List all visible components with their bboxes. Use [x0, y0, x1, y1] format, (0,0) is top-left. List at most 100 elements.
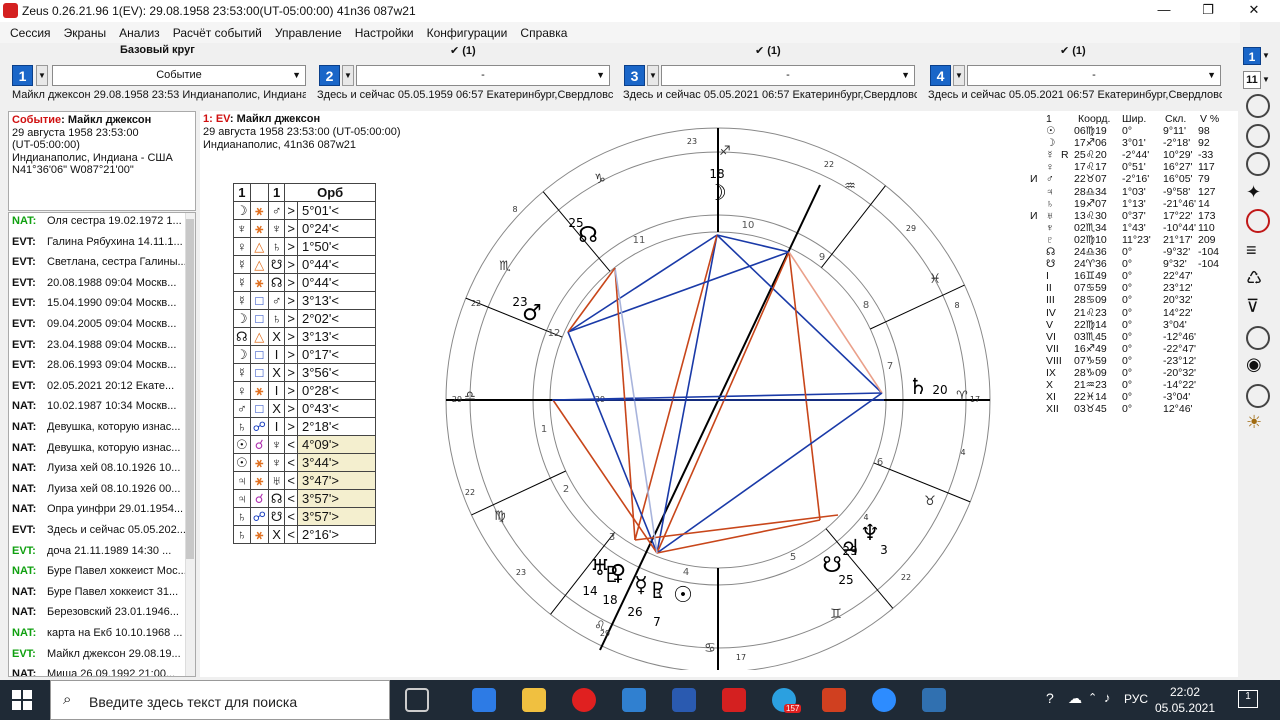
photos-icon[interactable]: [922, 688, 946, 712]
aspect-row[interactable]: ♃ ⚹ ♅ <3°47'>: [233, 471, 376, 490]
list-item[interactable]: NAT: Березовский 23.01.1946...: [12, 606, 187, 626]
list-item[interactable]: EVT: 28.06.1993 09:04 Москв...: [12, 359, 187, 379]
slot4-dropdown-button[interactable]: ▼: [953, 65, 965, 86]
windows-start-icon[interactable]: [12, 690, 32, 710]
slot1-number[interactable]: 1: [12, 65, 33, 86]
clock[interactable]: 22:02 05.05.2021: [1150, 684, 1220, 716]
aspect-row[interactable]: ♄ ☍ I >2°18'<: [233, 417, 376, 436]
list-item[interactable]: NAT: Оля сестра 19.02.1972 1...: [12, 215, 187, 235]
chevron-down-icon[interactable]: ▼: [1262, 71, 1270, 89]
slot2-number[interactable]: 2: [319, 65, 340, 86]
rings-icon[interactable]: [1246, 124, 1270, 148]
slot2-dropdown-button[interactable]: ▼: [342, 65, 354, 86]
bell-icon[interactable]: ♺: [1246, 268, 1262, 289]
list-item[interactable]: EVT: доча 21.11.1989 14:30 ...: [12, 545, 187, 565]
list-item[interactable]: NAT: Миша 26.09.1992 21:00...: [12, 668, 187, 676]
close-button[interactable]: ✕: [1234, 2, 1274, 20]
store-icon[interactable]: [622, 688, 646, 712]
slot4-number[interactable]: 4: [930, 65, 951, 86]
menu-analysis[interactable]: Анализ: [109, 22, 160, 40]
menu-session[interactable]: Сессия: [0, 22, 51, 40]
zoom-icon[interactable]: [872, 688, 896, 712]
link-icon[interactable]: [1246, 209, 1270, 233]
language-indicator[interactable]: РУС: [1124, 692, 1148, 706]
list-item[interactable]: EVT: 15.04.1990 09:04 Москв...: [12, 297, 187, 317]
list-item[interactable]: EVT: 23.04.1988 09:04 Москв...: [12, 339, 187, 359]
zeus-icon[interactable]: [722, 688, 746, 712]
list-item[interactable]: EVT: 02.05.2021 20:12 Екате...: [12, 380, 187, 400]
word-icon[interactable]: [672, 688, 696, 712]
zodiac-icon[interactable]: [1246, 152, 1270, 176]
slot2-select[interactable]: - ▼: [356, 65, 610, 86]
toolbar-count[interactable]: 11: [1243, 71, 1261, 89]
slot2-header[interactable]: ✔ (1): [450, 44, 476, 62]
aspect-row[interactable]: ♂ □ X >0°43'<: [233, 399, 376, 418]
natal-chart-wheel[interactable]: 123456789101112♐♒♓♈♉♊♋♌♍♎♏♑2322298174222…: [430, 120, 1010, 670]
dropbox-icon[interactable]: [472, 688, 496, 712]
aspect-row[interactable]: ♃ ☌ ☊ <3°57'>: [233, 489, 376, 508]
list-item[interactable]: NAT: Луиза хей 08.10.1926 10...: [12, 462, 187, 482]
chevron-up-icon[interactable]: ⌃: [1088, 691, 1097, 704]
list-item[interactable]: EVT: Здесь и сейчас 05.05.202...: [12, 524, 187, 544]
toolbar-slot-number[interactable]: 1: [1243, 47, 1261, 65]
aspect-row[interactable]: ☽ □ I >0°17'<: [233, 345, 376, 364]
list-item[interactable]: EVT: 20.08.1988 09:04 Москв...: [12, 277, 187, 297]
volume-icon[interactable]: ♪: [1104, 690, 1111, 705]
list-item[interactable]: NAT: Буре Павел хоккеист Мос...: [12, 565, 187, 585]
list-icon[interactable]: ≡: [1246, 240, 1257, 261]
telegram-icon[interactable]: 157: [772, 688, 802, 713]
sun-icon[interactable]: ☀: [1246, 412, 1262, 433]
list-item[interactable]: EVT: Светлана, сестра Галины...: [12, 256, 187, 276]
scrollbar-thumb[interactable]: [186, 219, 194, 559]
list-item[interactable]: NAT: Опра уинфри 29.01.1954...: [12, 503, 187, 523]
aspect-row[interactable]: ☿ △ ☋ >0°44'<: [233, 255, 376, 274]
list-item[interactable]: NAT: карта на Екб 10.10.1968 ...: [12, 627, 187, 647]
slot3-number[interactable]: 3: [624, 65, 645, 86]
slot3-select[interactable]: - ▼: [661, 65, 915, 86]
event-list[interactable]: NAT: Оля сестра 19.02.1972 1... EVT: Галина…: [8, 212, 196, 677]
aspect-row[interactable]: ♄ ☍ ☋ <3°57'>: [233, 507, 376, 526]
aspect-row[interactable]: ☿ □ X >3°56'<: [233, 363, 376, 382]
yandex-icon[interactable]: [572, 688, 596, 712]
task-view-icon[interactable]: [405, 688, 429, 712]
search-box[interactable]: ⌕ Введите здесь текст для поиска: [50, 680, 390, 720]
aspect-row[interactable]: ♀ △ ♄ >1°50'<: [233, 237, 376, 256]
stars-icon[interactable]: ✦: [1246, 182, 1261, 203]
slot4-select[interactable]: - ▼: [967, 65, 1221, 86]
aspect-row[interactable]: ☿ ⚹ ☊ >0°44'<: [233, 273, 376, 292]
list-item[interactable]: NAT: Девушка, которую изнас...: [12, 442, 187, 462]
eye-icon[interactable]: ◉: [1246, 354, 1262, 375]
gear-icon[interactable]: [1246, 326, 1270, 350]
slot4-header[interactable]: ✔ (1): [1060, 44, 1086, 62]
slot3-header[interactable]: ✔ (1): [755, 44, 781, 62]
slot3-dropdown-button[interactable]: ▼: [647, 65, 659, 86]
menu-configurations[interactable]: Конфигурации: [417, 22, 508, 40]
list-item[interactable]: NAT: Буре Павел хоккеист 31...: [12, 586, 187, 606]
minimize-button[interactable]: —: [1144, 2, 1184, 20]
filter-icon[interactable]: ⊽: [1246, 296, 1259, 317]
aspect-row[interactable]: ♄ ⚹ X <2°16'>: [233, 525, 376, 544]
aspect-row[interactable]: ☉ ☌ ♆ <4°09'>: [233, 435, 376, 454]
aspect-row[interactable]: ☿ □ ♂ >3°13'<: [233, 291, 376, 310]
aspect-row[interactable]: ☽ □ ♄ >2°02'<: [233, 309, 376, 328]
chevron-down-icon[interactable]: ▼: [1262, 47, 1270, 65]
list-item[interactable]: EVT: Галина Рябухина 14.11.1...: [12, 236, 187, 256]
menu-events-calc[interactable]: Расчёт событий: [163, 22, 262, 40]
cloud-icon[interactable]: ☁: [1068, 690, 1082, 707]
list-item[interactable]: EVT: 09.04.2005 09:04 Москв...: [12, 318, 187, 338]
menu-control[interactable]: Управление: [265, 22, 342, 40]
powerpoint-icon[interactable]: [822, 688, 846, 712]
menu-settings[interactable]: Настройки: [345, 22, 414, 40]
maximize-button[interactable]: ❐: [1188, 2, 1228, 20]
notifications-icon[interactable]: 1: [1238, 690, 1258, 708]
folder-icon[interactable]: [522, 688, 546, 712]
aspect-row[interactable]: ☉ ⚹ ♆ <3°44'>: [233, 453, 376, 472]
list-scrollbar[interactable]: [185, 213, 195, 676]
menu-screens[interactable]: Экраны: [54, 22, 106, 40]
menu-help[interactable]: Справка: [510, 22, 567, 40]
list-item[interactable]: NAT: Девушка, которую изнас...: [12, 421, 187, 441]
list-item[interactable]: NAT: 10.02.1987 10:34 Москв...: [12, 400, 187, 420]
clock-icon[interactable]: [1246, 384, 1270, 408]
wheel-icon[interactable]: [1246, 94, 1270, 118]
slot1-select[interactable]: Событие ▼: [52, 65, 306, 86]
